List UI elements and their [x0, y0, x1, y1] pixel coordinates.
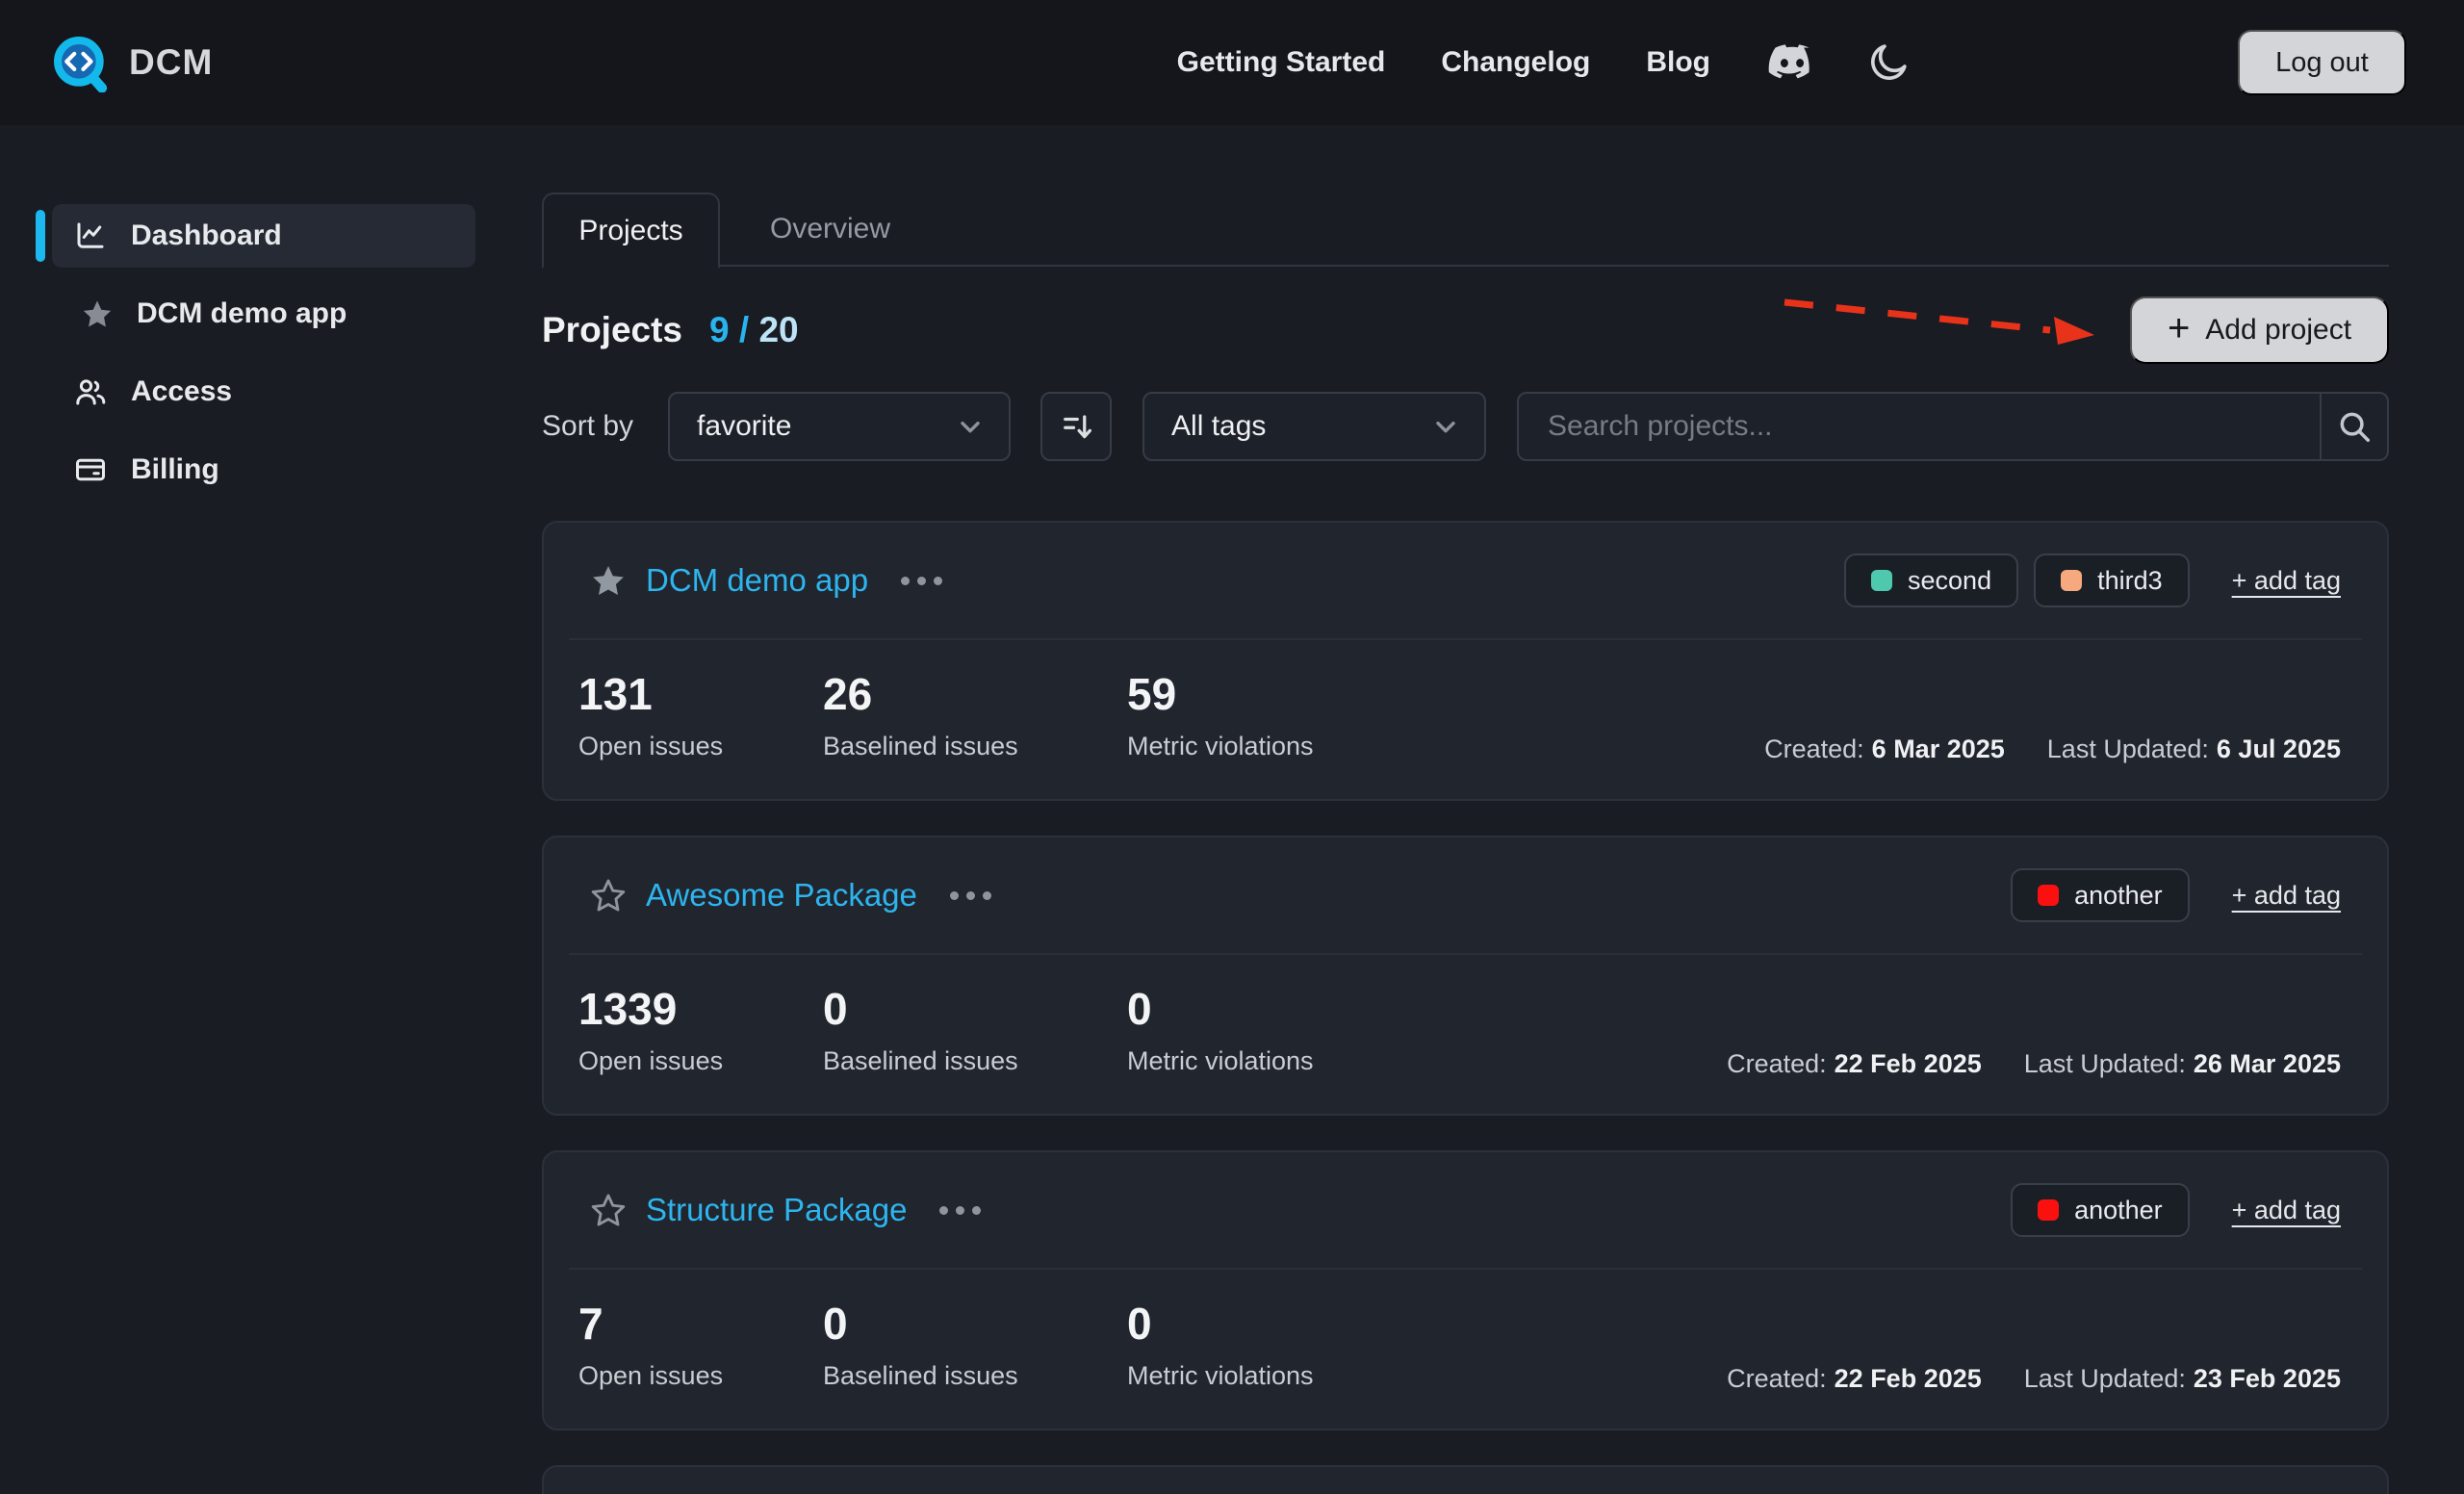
tab-bar: Projects Overview: [542, 193, 2389, 267]
tag-color-dot: [2038, 1199, 2059, 1221]
dcm-logo-icon: [50, 33, 110, 92]
tag-chip[interactable]: third3: [2034, 554, 2190, 607]
project-menu-icon[interactable]: [897, 567, 946, 595]
star-icon: [81, 297, 114, 330]
sort-by-label: Sort by: [542, 410, 633, 443]
project-title-link[interactable]: DCM demo app: [646, 562, 868, 599]
app-logo[interactable]: DCM: [50, 33, 213, 92]
page-title: Projects: [542, 310, 682, 350]
project-title-link[interactable]: Structure Package: [646, 1192, 907, 1228]
sort-select[interactable]: favorite: [668, 392, 1011, 461]
sort-descending-icon: [1057, 407, 1095, 446]
search-icon[interactable]: [2320, 394, 2387, 459]
users-icon: [73, 374, 108, 409]
open-issues-value: 1339: [578, 987, 823, 1031]
tags-select-value: All tags: [1171, 410, 1266, 443]
credit-card-icon: [73, 452, 108, 487]
tags-filter-select[interactable]: All tags: [1142, 392, 1486, 461]
open-issues-value: 131: [578, 672, 823, 716]
project-card: Awesome Package another + add tag: [542, 836, 2389, 1116]
sidebar-item-dashboard[interactable]: Dashboard: [52, 204, 475, 268]
project-count: 9 / 20: [709, 310, 799, 350]
project-menu-icon[interactable]: [936, 1197, 985, 1224]
chevron-down-icon: [1430, 411, 1461, 442]
navbar: DCM Getting Started Changelog Blog Log o…: [0, 0, 2464, 125]
active-indicator: [36, 210, 45, 262]
tag-chip[interactable]: second: [1844, 554, 2018, 607]
sidebar-item-label: Billing: [131, 453, 219, 486]
tag-chip[interactable]: another: [2011, 868, 2190, 922]
tag-color-dot: [1871, 570, 1892, 591]
project-list: DCM demo app second third3 + add t: [542, 521, 2389, 1494]
project-dates: Created:6 Mar 2025 Last Updated:6 Jul 20…: [1764, 734, 2341, 764]
add-tag-link[interactable]: + add tag: [2232, 1196, 2341, 1225]
add-project-button[interactable]: + Add project: [2130, 296, 2389, 364]
project-card: DCM demo app second third3 + add t: [542, 521, 2389, 801]
tab-overview[interactable]: Overview: [770, 213, 890, 245]
sidebar-item-access[interactable]: Access: [52, 360, 475, 424]
projects-heading-row: Projects 9 / 20 + Add project: [542, 296, 2389, 364]
sidebar-item-label: DCM demo app: [137, 297, 346, 330]
brand-name: DCM: [129, 42, 213, 83]
project-title-link[interactable]: Awesome Package: [646, 877, 917, 914]
tag-color-dot: [2061, 570, 2082, 591]
tab-projects[interactable]: Projects: [542, 193, 720, 269]
main-content: Projects Overview Projects 9 / 20 + Add …: [510, 125, 2464, 1494]
tag-chip[interactable]: another: [2011, 1183, 2190, 1237]
sort-select-value: favorite: [697, 410, 791, 443]
discord-icon[interactable]: [1766, 42, 1818, 83]
nav-getting-started[interactable]: Getting Started: [1177, 46, 1386, 79]
baselined-issues-value: 26: [823, 672, 1127, 716]
add-tag-link[interactable]: + add tag: [2232, 881, 2341, 911]
tag-color-dot: [2038, 885, 2059, 906]
annotation-arrow: [1777, 295, 2100, 348]
metric-violations-value: 59: [1127, 672, 1314, 716]
project-stats: 1339Open issues 0Baselined issues 0Metri…: [578, 987, 1314, 1076]
chart-line-icon: [73, 219, 108, 253]
search-input[interactable]: [1519, 394, 2320, 459]
project-menu-icon[interactable]: [946, 882, 995, 910]
nav-blog[interactable]: Blog: [1646, 46, 1710, 79]
plus-icon: +: [2168, 309, 2190, 348]
sidebar-item-label: Dashboard: [131, 219, 282, 252]
project-card: Structure Package another + add tag: [542, 1150, 2389, 1430]
sidebar-item-label: Access: [131, 375, 232, 408]
theme-toggle-moon-icon[interactable]: [1866, 40, 1911, 85]
add-tag-link[interactable]: + add tag: [2232, 566, 2341, 596]
nav-changelog[interactable]: Changelog: [1441, 46, 1590, 79]
project-card-partial: [542, 1465, 2389, 1494]
favorite-star-outline-icon[interactable]: [590, 877, 627, 914]
project-dates: Created:22 Feb 2025 Last Updated:23 Feb …: [1727, 1364, 2341, 1394]
project-dates: Created:22 Feb 2025 Last Updated:26 Mar …: [1727, 1049, 2341, 1079]
top-nav: Getting Started Changelog Blog: [1177, 40, 1911, 85]
metric-violations-value: 0: [1127, 987, 1314, 1031]
sidebar-item-dcm-demo-app[interactable]: DCM demo app: [52, 282, 475, 346]
sidebar-item-billing[interactable]: Billing: [52, 438, 475, 502]
favorite-star-icon[interactable]: [590, 562, 627, 599]
favorite-star-outline-icon[interactable]: [590, 1192, 627, 1228]
project-stats: 7Open issues 0Baselined issues 0Metric v…: [578, 1301, 1314, 1391]
project-search: [1517, 392, 2389, 461]
baselined-issues-value: 0: [823, 987, 1127, 1031]
chevron-down-icon: [955, 411, 986, 442]
open-issues-value: 7: [578, 1301, 823, 1346]
project-stats: 131Open issues 26Baselined issues 59Metr…: [578, 672, 1314, 761]
logout-button[interactable]: Log out: [2238, 30, 2406, 95]
metric-violations-value: 0: [1127, 1301, 1314, 1346]
sidebar: Dashboard DCM demo app Access: [0, 125, 510, 1494]
sort-direction-button[interactable]: [1040, 392, 1112, 461]
controls-row: Sort by favorite: [542, 392, 2389, 461]
baselined-issues-value: 0: [823, 1301, 1127, 1346]
